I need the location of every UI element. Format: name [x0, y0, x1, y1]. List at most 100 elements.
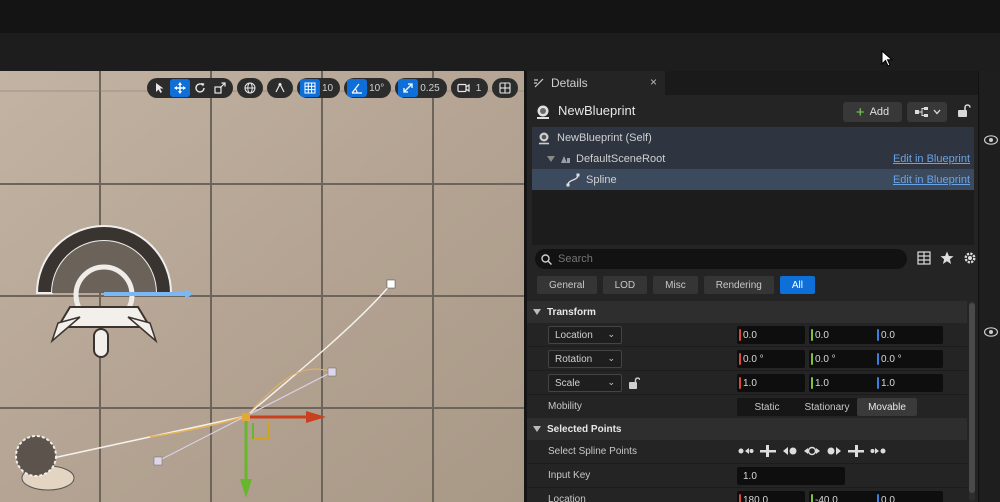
- input-key-field[interactable]: 1.0: [737, 467, 845, 485]
- rotation-snap[interactable]: 10°: [344, 78, 392, 98]
- mobility-stationary[interactable]: Stationary: [797, 398, 857, 416]
- point-location-y-field[interactable]: -40.0: [809, 491, 877, 502]
- outliner-edge-panel: [978, 71, 1000, 502]
- blueprint-icon: [539, 132, 549, 144]
- scale-icon[interactable]: [210, 79, 230, 97]
- component-row-default-scene-root[interactable]: DefaultSceneRoot Edit in Blueprint: [532, 148, 974, 169]
- mobility-movable[interactable]: Movable: [857, 398, 917, 416]
- location-x-field[interactable]: 0.0: [737, 326, 805, 344]
- close-icon[interactable]: ×: [650, 75, 657, 89]
- tab-details[interactable]: Details ×: [527, 71, 665, 95]
- plus-icon: +: [855, 103, 865, 121]
- mobility-static[interactable]: Static: [737, 398, 797, 416]
- edit-in-blueprint-link[interactable]: Edit in Blueprint: [893, 174, 970, 186]
- tab-all[interactable]: All: [779, 276, 815, 294]
- component-row-spline[interactable]: Spline Edit in Blueprint: [532, 169, 974, 190]
- filter-tabs: General LOD Misc Rendering All: [537, 276, 815, 294]
- tangent-handle: [153, 456, 163, 466]
- title-bar: [0, 0, 1000, 33]
- scale-row: Scale ⌄ 1.0 1.0 1.0: [527, 371, 967, 395]
- eye-icon[interactable]: [984, 327, 998, 337]
- star-icon[interactable]: [940, 251, 955, 266]
- scale-y-field[interactable]: 1.0: [809, 374, 877, 392]
- scale-snap-value[interactable]: 0.25: [418, 83, 443, 94]
- scale-snap-icon[interactable]: [398, 79, 419, 97]
- transform-section-header[interactable]: Transform: [527, 301, 967, 323]
- section-title: Selected Points: [547, 423, 622, 435]
- tab-rendering[interactable]: Rendering: [703, 276, 774, 294]
- level-viewport[interactable]: 10 10° 0.25 1: [0, 71, 524, 502]
- chevron-down-icon: ⌄: [607, 329, 615, 339]
- spline-point: [386, 279, 396, 289]
- scale-z-field[interactable]: 1.0: [875, 374, 943, 392]
- add-prev-point-icon[interactable]: [759, 444, 777, 458]
- component-row-self[interactable]: NewBlueprint (Self): [532, 127, 974, 148]
- rotation-y-field[interactable]: 0.0 °: [809, 350, 877, 368]
- eye-icon[interactable]: [984, 135, 998, 145]
- camera-icon[interactable]: [454, 79, 474, 97]
- gear-icon[interactable]: [963, 251, 978, 266]
- grid-snap[interactable]: 10: [297, 78, 341, 98]
- scale-dropdown[interactable]: Scale ⌄: [548, 374, 622, 392]
- spline-icon: [566, 173, 580, 186]
- tab-lod[interactable]: LOD: [602, 276, 648, 294]
- grid-snap-value[interactable]: 10: [320, 83, 337, 94]
- details-search[interactable]: [535, 249, 907, 269]
- select-all-points-icon[interactable]: [803, 444, 821, 458]
- add-component-button[interactable]: + Add: [843, 102, 902, 122]
- select-first-point-icon[interactable]: [737, 444, 755, 458]
- add-next-point-icon[interactable]: [847, 444, 865, 458]
- location-z-field[interactable]: 0.0: [875, 326, 943, 344]
- mobility-row: Mobility Static Stationary Movable: [527, 395, 967, 419]
- move-icon[interactable]: [170, 79, 190, 97]
- toolbar-area: [0, 33, 1000, 71]
- scene-root-icon: [561, 155, 570, 163]
- search-input[interactable]: [558, 253, 878, 265]
- scale-snap[interactable]: 0.25: [395, 78, 447, 98]
- transform-tools: [147, 78, 233, 98]
- selected-points-section-header[interactable]: Selected Points: [527, 418, 967, 440]
- edit-in-blueprint-link[interactable]: Edit in Blueprint: [893, 153, 970, 165]
- point-location-label[interactable]: Location: [548, 494, 586, 502]
- blueprint-icon: [537, 105, 549, 119]
- details-scrollbar-thumb[interactable]: [969, 303, 975, 493]
- section-title: Transform: [547, 306, 596, 318]
- viewport-scene[interactable]: [0, 71, 524, 502]
- world-icon[interactable]: [240, 79, 260, 97]
- tab-general[interactable]: General: [537, 276, 597, 294]
- layout-icon[interactable]: [495, 79, 515, 97]
- details-tabstrip: Details ×: [527, 71, 978, 95]
- select-next-point-icon[interactable]: [825, 444, 843, 458]
- select-prev-point-icon[interactable]: [781, 444, 799, 458]
- scale-x-field[interactable]: 1.0: [737, 374, 805, 392]
- rotation-snap-value[interactable]: 10°: [367, 83, 388, 94]
- location-dropdown[interactable]: Location ⌄: [548, 326, 622, 344]
- lock-icon[interactable]: [628, 376, 640, 390]
- point-location-x-field[interactable]: 180.0: [737, 491, 805, 502]
- select-icon[interactable]: [150, 79, 170, 97]
- rotation-dropdown[interactable]: Rotation ⌄: [548, 350, 622, 368]
- table-icon[interactable]: [917, 251, 932, 266]
- camera-speed-value[interactable]: 1: [474, 83, 486, 94]
- location-row: Location ⌄ 0.0 0.0 0.0: [527, 323, 967, 347]
- rotation-z-field[interactable]: 0.0 °: [875, 350, 943, 368]
- point-location-row: Location 180.0 -40.0 0.0: [527, 488, 967, 502]
- expand-arrow-icon[interactable]: [547, 155, 555, 162]
- location-y-field[interactable]: 0.0: [809, 326, 877, 344]
- lock-icon[interactable]: [955, 103, 971, 119]
- search-icon: [541, 253, 552, 265]
- tab-misc[interactable]: Misc: [653, 276, 698, 294]
- grid-icon[interactable]: [300, 79, 320, 97]
- rotation-x-field[interactable]: 0.0 °: [737, 350, 805, 368]
- collapse-arrow-icon: [533, 309, 541, 315]
- components-tree: NewBlueprint (Self) DefaultSceneRoot Edi…: [532, 127, 974, 245]
- angle-icon[interactable]: [347, 79, 368, 97]
- surface-snap-icon[interactable]: [270, 79, 290, 97]
- rotate-icon[interactable]: [190, 79, 210, 97]
- select-spline-points-row: Select Spline Points: [527, 440, 967, 464]
- blueprint-options-dropdown[interactable]: [907, 102, 947, 122]
- camera-speed[interactable]: 1: [450, 78, 489, 98]
- tab-details-label: Details: [551, 76, 588, 90]
- point-location-z-field[interactable]: 0.0: [875, 491, 943, 502]
- select-last-point-icon[interactable]: [869, 444, 887, 458]
